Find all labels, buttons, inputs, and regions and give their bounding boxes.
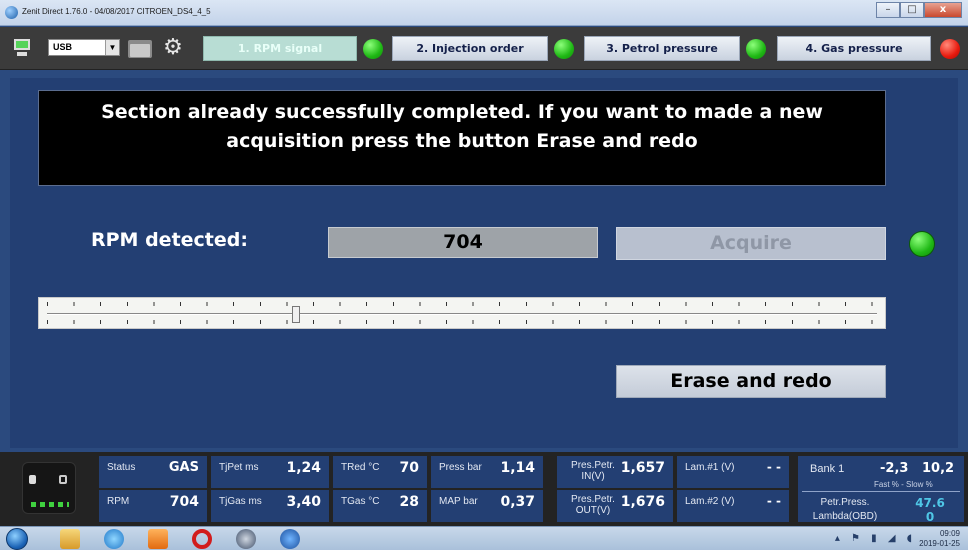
tjgas-value: 3,40 (286, 494, 321, 510)
tab-gas-pressure-status-dot (940, 39, 960, 59)
acquire-button[interactable]: Acquire (616, 227, 886, 260)
bank-fast-value: -2,3 (880, 461, 909, 476)
map-label: MAP bar (439, 496, 478, 507)
press-label: Press bar (439, 462, 482, 473)
rpm-detected-value: 704 (328, 227, 598, 258)
taskbar: ▴ ⚑ ▮ ◢ ◖ 09:09 2019-01-25 (0, 526, 968, 550)
petr-press-lambda-values: 47.6 0 (910, 496, 950, 524)
status-bar: Status GAS RPM 704 TjPet ms 1,24 TjGas m… (0, 452, 968, 526)
chevron-down-icon: ▼ (105, 40, 119, 55)
tab-injection-order-status-dot (554, 39, 574, 59)
status-cell: Status GAS (99, 456, 207, 488)
tred-label: TRed °C (341, 462, 380, 473)
lambda-1-label: Lam.#1 (V) (685, 462, 735, 473)
rpm-label: RPM (107, 496, 130, 507)
tjgas-cell: TjGas ms 3,40 (211, 490, 329, 522)
clock[interactable]: 09:09 2019-01-25 (919, 529, 960, 549)
ecu-device-icon (22, 462, 76, 514)
acquire-status-dot (909, 231, 935, 257)
status-label: Status (107, 462, 136, 473)
tred-cell: TRed °C 70 (333, 456, 427, 488)
tjpet-cell: TjPet ms 1,24 (211, 456, 329, 488)
bank-label: Bank 1 (810, 463, 845, 475)
folder-icon[interactable] (128, 38, 152, 58)
tab-petrol-pressure-status-dot (746, 39, 766, 59)
system-tray-icons[interactable]: ▴ ⚑ ▮ ◢ ◖ (835, 533, 916, 544)
main-panel: Section already successfully completed. … (10, 78, 958, 448)
toolbar: USB ▼ ⚙ 1. RPM signal 2. Injection order… (0, 27, 968, 70)
message-line-2: acquisition press the button Erase and r… (226, 130, 698, 152)
clock-date: 2019-01-25 (919, 539, 960, 548)
message-box: Section already successfully completed. … (38, 90, 886, 186)
petr-press-value: 47.6 (915, 496, 945, 510)
minimize-button[interactable]: – (876, 2, 900, 18)
tab-rpm-signal-status-dot (363, 39, 383, 59)
rpm-value: 704 (169, 494, 199, 510)
tab-gas-pressure[interactable]: 4. Gas pressure (777, 36, 931, 61)
rpm-cell: RPM 704 (99, 490, 207, 522)
maximize-button[interactable]: □ (900, 2, 924, 18)
lambda-2-label: Lam.#2 (V) (685, 496, 735, 507)
slider-ticks-bottom (47, 320, 877, 324)
petr-press-lambda-label: Petr.Press. Lambda(OBD) (812, 497, 878, 522)
internet-explorer-icon[interactable] (104, 529, 124, 549)
rpm-slider[interactable] (38, 297, 886, 329)
tgas-label: TGas °C (341, 496, 380, 507)
gear-icon[interactable]: ⚙ (162, 37, 184, 59)
folder-taskbar-icon[interactable] (60, 529, 80, 549)
tab-injection-order[interactable]: 2. Injection order (392, 36, 548, 61)
erase-and-redo-button[interactable]: Erase and redo (616, 365, 886, 398)
bank-sub-label: Fast % - Slow % (874, 480, 933, 489)
prespetr-out-value: 1,676 (620, 494, 665, 510)
title-bar: Zenit Direct 1.76.0 - 04/08/2017 CITROEN… (0, 0, 968, 26)
press-value: 1,14 (500, 460, 535, 476)
app-icon (5, 6, 18, 19)
connection-select[interactable]: USB ▼ (48, 39, 120, 56)
opera-icon[interactable] (192, 529, 212, 549)
map-value: 0,37 (500, 494, 535, 510)
computer-icon[interactable] (12, 39, 32, 57)
prespetr-in-cell: Pres.Petr. IN(V) 1,657 (557, 456, 673, 488)
lambda-obd-value: 0 (925, 510, 935, 524)
lambda-2-value: - - (766, 494, 781, 508)
press-cell: Press bar 1,14 (431, 456, 543, 488)
browser-icon[interactable] (236, 529, 256, 549)
status-value: GAS (168, 460, 199, 475)
close-button[interactable]: x (924, 2, 962, 18)
tgas-value: 28 (399, 494, 419, 510)
zenit-taskbar-icon[interactable] (280, 529, 300, 549)
slider-ticks-top (47, 302, 877, 306)
slider-track (47, 313, 877, 315)
start-button[interactable] (6, 528, 28, 550)
bank-panel: Bank 1 -2,3 10,2 Fast % - Slow % Petr.Pr… (798, 456, 964, 524)
tjpet-value: 1,24 (286, 460, 321, 476)
connection-select-value: USB (53, 42, 73, 52)
tab-rpm-signal[interactable]: 1. RPM signal (203, 36, 357, 61)
prespetr-out-cell: Pres.Petr. OUT(V) 1,676 (557, 490, 673, 522)
lambda-2-cell: Lam.#2 (V) - - (677, 490, 789, 522)
prespetr-in-label: Pres.Petr. IN(V) (571, 460, 615, 482)
map-cell: MAP bar 0,37 (431, 490, 543, 522)
tgas-cell: TGas °C 28 (333, 490, 427, 522)
window-controls: – □ x (876, 2, 962, 18)
window-title: Zenit Direct 1.76.0 - 04/08/2017 CITROEN… (22, 7, 211, 16)
tab-petrol-pressure[interactable]: 3. Petrol pressure (584, 36, 740, 61)
prespetr-out-label: Pres.Petr. OUT(V) (571, 494, 615, 516)
tred-value: 70 (399, 460, 419, 476)
rpm-detected-label: RPM detected: (91, 229, 248, 251)
prespetr-in-value: 1,657 (620, 460, 665, 476)
tjgas-label: TjGas ms (219, 496, 262, 507)
bank-divider (802, 491, 960, 492)
clock-time: 09:09 (939, 529, 960, 538)
lambda-1-value: - - (766, 460, 781, 474)
media-player-icon[interactable] (148, 529, 168, 549)
message-line-1: Section already successfully completed. … (101, 101, 823, 123)
lambda-1-cell: Lam.#1 (V) - - (677, 456, 789, 488)
tjpet-label: TjPet ms (219, 462, 259, 473)
bank-slow-value: 10,2 (922, 461, 955, 476)
